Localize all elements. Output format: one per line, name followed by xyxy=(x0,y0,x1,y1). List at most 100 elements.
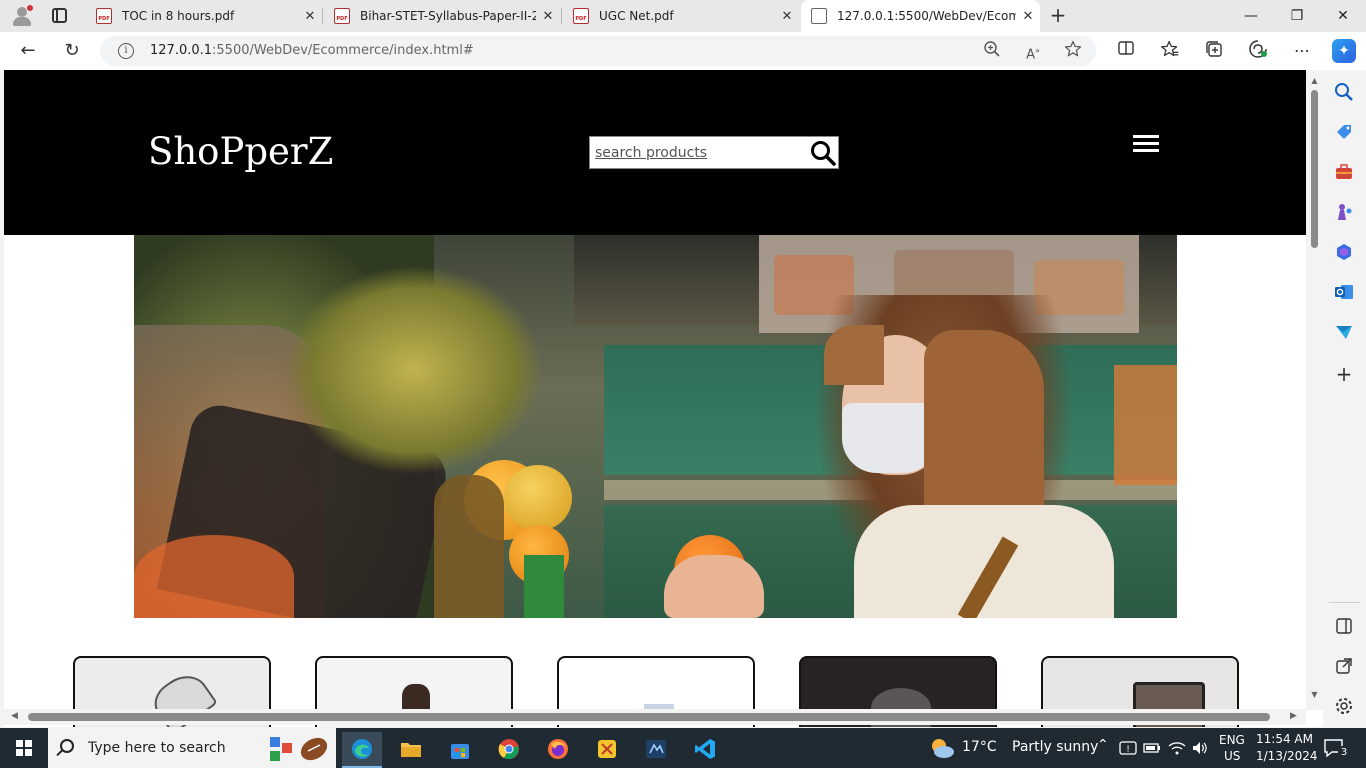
weather-temperature[interactable]: 17°C xyxy=(962,739,997,768)
minimize-button[interactable]: — xyxy=(1228,0,1274,32)
battery-icon[interactable] xyxy=(1143,741,1161,755)
close-window-button[interactable]: ✕ xyxy=(1320,0,1366,32)
site-info-icon[interactable]: i xyxy=(118,43,134,59)
close-tab-icon[interactable]: ✕ xyxy=(1016,9,1040,24)
read-aloud-icon[interactable]: A» xyxy=(1022,40,1044,62)
search-input[interactable] xyxy=(595,143,800,163)
refresh-button[interactable]: ↻ xyxy=(60,39,84,63)
restore-button[interactable]: ❐ xyxy=(1274,0,1320,32)
edge-icon xyxy=(352,739,372,759)
tab-actions-icon[interactable] xyxy=(52,8,67,23)
taskbar-file-explorer[interactable] xyxy=(391,732,431,768)
tab-ecommerce-localhost[interactable]: 127.0.0.1:5500/WebDev/Ecomme ✕ xyxy=(801,0,1040,32)
taskbar-edge[interactable] xyxy=(342,732,382,768)
close-tab-icon[interactable]: ✕ xyxy=(536,9,560,24)
microsoft-365-icon[interactable] xyxy=(1334,242,1354,262)
taskbar-chrome[interactable] xyxy=(489,732,529,768)
settings-more-button[interactable]: ⋯ xyxy=(1290,39,1314,63)
split-screen-icon[interactable] xyxy=(1114,39,1138,63)
tab-ugc-net-pdf[interactable]: PDF UGC Net.pdf ✕ xyxy=(563,0,799,32)
close-tab-icon[interactable]: ✕ xyxy=(298,9,322,24)
notification-count: 3 xyxy=(1338,746,1350,760)
windows-start-icon[interactable] xyxy=(16,740,32,756)
chrome-icon xyxy=(498,739,519,760)
tab-toc-pdf[interactable]: PDF TOC in 8 hours.pdf ✕ xyxy=(86,0,322,32)
page-viewport: ShoPperZ xyxy=(4,70,1323,727)
sidebar-settings-gear-icon[interactable] xyxy=(1334,696,1354,716)
tools-briefcase-icon[interactable] xyxy=(1334,162,1354,182)
hero-image xyxy=(134,235,1177,618)
taskbar-search-placeholder: Type here to search xyxy=(88,740,226,756)
open-external-icon[interactable] xyxy=(1334,656,1354,676)
taskbar-snipping-tool[interactable] xyxy=(587,732,627,768)
copilot-icon[interactable]: ✦ xyxy=(1332,39,1356,63)
edge-sidebar: + xyxy=(1323,70,1366,728)
wifi-icon[interactable] xyxy=(1168,740,1186,756)
firefox-icon xyxy=(548,739,568,759)
dev-app-icon xyxy=(646,740,666,758)
volume-icon[interactable] xyxy=(1191,740,1209,756)
weather-condition[interactable]: Partly sunny xyxy=(1012,739,1098,768)
pdf-icon: PDF xyxy=(96,8,112,24)
sidebar-search-icon[interactable] xyxy=(1334,82,1354,102)
pdf-icon: PDF xyxy=(334,8,350,24)
browser-tab-strip: PDF TOC in 8 hours.pdf ✕ PDF Bihar-STET-… xyxy=(0,0,1366,32)
back-button[interactable]: ← xyxy=(16,39,40,63)
vertical-scrollbar[interactable]: ▲ ▼ xyxy=(1306,70,1323,710)
close-tab-icon[interactable]: ✕ xyxy=(775,9,799,24)
send-telegram-icon[interactable] xyxy=(1334,322,1354,342)
horizontal-scroll-thumb[interactable] xyxy=(28,713,1270,721)
games-chess-icon[interactable] xyxy=(1334,202,1354,222)
collections-icon[interactable] xyxy=(1202,39,1226,63)
zoom-icon[interactable] xyxy=(981,40,1003,62)
taskbar-search-box[interactable]: Type here to search xyxy=(48,728,336,768)
search-highlights-icon xyxy=(270,737,328,761)
search-icon[interactable] xyxy=(810,140,836,166)
windows-taskbar: Type here to search 17°C Partly sunny ⌃ … xyxy=(0,728,1366,768)
search-bar xyxy=(589,136,839,169)
taskbar-vscode[interactable] xyxy=(685,732,725,768)
new-tab-button[interactable]: + xyxy=(1047,4,1069,26)
search-icon xyxy=(60,739,74,753)
site-logo[interactable]: ShoPperZ xyxy=(148,130,333,173)
scroll-up-arrow-icon[interactable]: ▲ xyxy=(1309,76,1320,85)
scroll-right-arrow-icon[interactable]: ▶ xyxy=(1290,711,1297,721)
scroll-left-arrow-icon[interactable]: ◀ xyxy=(11,711,18,721)
add-sidebar-app-icon[interactable]: + xyxy=(1334,364,1354,384)
taskbar-code-app[interactable] xyxy=(636,732,676,768)
address-bar[interactable]: i 127.0.0.1:5500/WebDev/Ecommerce/index.… xyxy=(100,36,1096,66)
page-icon xyxy=(811,8,827,24)
tab-bihar-stet-pdf[interactable]: PDF Bihar-STET-Syllabus-Paper-II-226 ✕ xyxy=(324,0,560,32)
hamburger-menu-icon[interactable] xyxy=(1133,135,1160,155)
clock-date[interactable]: 1/13/2024 xyxy=(1256,749,1318,768)
tab-title: TOC in 8 hours.pdf xyxy=(122,9,235,23)
horizontal-scrollbar[interactable]: ◀ ▶ xyxy=(4,709,1306,725)
browser-toolbar: ← ↻ i 127.0.0.1:5500/WebDev/Ecommerce/in… xyxy=(0,32,1366,70)
snipping-tool-icon xyxy=(598,740,616,758)
svg-text:!: ! xyxy=(1126,745,1130,755)
browser-essentials-icon[interactable] xyxy=(1246,39,1270,63)
meet-now-icon[interactable]: ! xyxy=(1119,740,1137,756)
taskbar-store[interactable] xyxy=(440,732,480,768)
folder-icon xyxy=(401,743,421,757)
show-hidden-icons-icon[interactable]: ⌃ xyxy=(1097,737,1109,768)
vertical-scroll-thumb[interactable] xyxy=(1311,90,1318,248)
taskbar-firefox[interactable] xyxy=(538,732,578,768)
tab-title: UGC Net.pdf xyxy=(599,9,674,23)
pdf-icon: PDF xyxy=(573,8,589,24)
tab-title: 127.0.0.1:5500/WebDev/Ecomme xyxy=(837,9,1016,23)
site-header: ShoPperZ xyxy=(4,70,1307,235)
input-region[interactable]: US xyxy=(1224,749,1240,768)
store-icon xyxy=(451,744,469,759)
favorite-star-icon[interactable] xyxy=(1062,40,1084,62)
shopping-tag-icon[interactable] xyxy=(1334,122,1354,142)
vscode-icon xyxy=(695,739,715,759)
scroll-down-arrow-icon[interactable]: ▼ xyxy=(1309,690,1320,699)
weather-partly-sunny-icon[interactable] xyxy=(928,736,956,760)
favorites-icon[interactable] xyxy=(1158,39,1182,63)
url-text[interactable]: 127.0.0.1:5500/WebDev/Ecommerce/index.ht… xyxy=(150,43,474,58)
outlook-icon[interactable] xyxy=(1334,282,1354,302)
profile-avatar-icon[interactable] xyxy=(10,4,34,28)
hide-sidebar-icon[interactable] xyxy=(1334,616,1354,636)
tab-title: Bihar-STET-Syllabus-Paper-II-226 xyxy=(360,9,536,23)
